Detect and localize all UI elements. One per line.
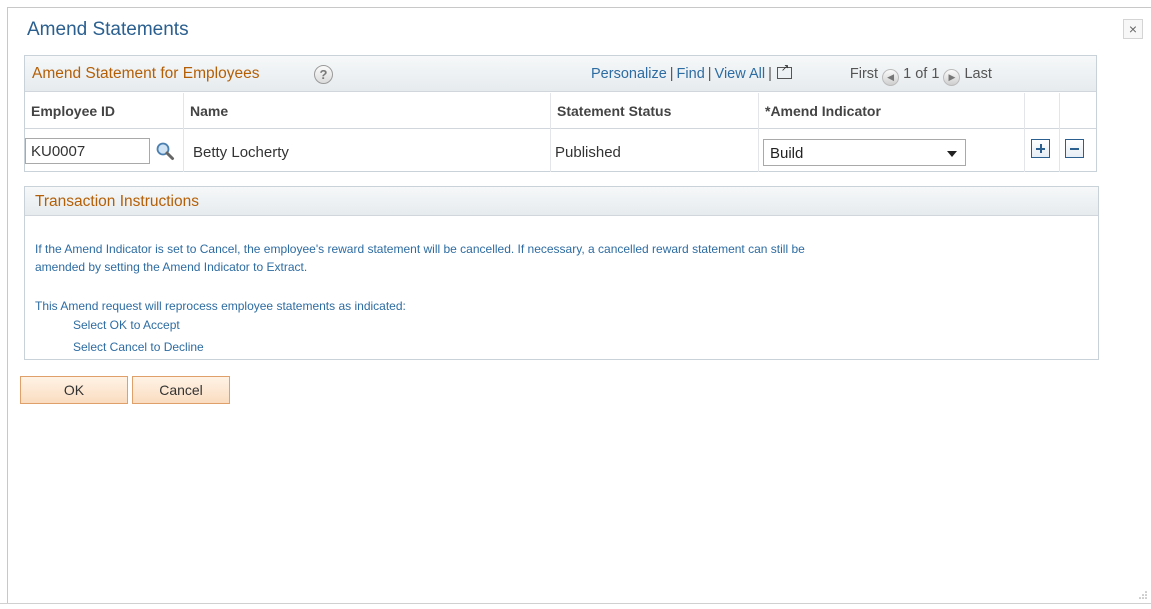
chevron-down-icon (947, 151, 957, 157)
grid-title: Amend Statement for Employees (32, 65, 260, 82)
instruction-line: If the Amend Indicator is set to Cancel,… (35, 242, 805, 256)
column-header-name: Name (184, 93, 550, 129)
column-header-employee-id: Employee ID (25, 93, 183, 129)
grid-header: Amend Statement for Employees ? Personal… (25, 56, 1096, 92)
column-header-status: Statement Status (551, 93, 758, 129)
column-header-actions (1025, 93, 1096, 129)
instruction-line: amended by setting the Amend Indicator t… (35, 260, 308, 274)
bottom-divider (0, 603, 1151, 604)
column-header-amend-indicator: *Amend Indicator (759, 93, 1024, 129)
instruction-line: Select OK to Accept (73, 318, 180, 332)
add-row-button[interactable] (1031, 139, 1050, 158)
row-range: 1 of 1 (903, 66, 940, 82)
search-icon[interactable] (155, 141, 175, 161)
personalize-link[interactable]: Personalize (591, 66, 667, 82)
table-row: Betty Locherty Published Build (25, 130, 1096, 172)
employee-name: Betty Locherty (193, 144, 289, 161)
popout-icon[interactable] (776, 63, 792, 79)
statement-status: Published (555, 144, 621, 161)
last-label: Last (964, 66, 992, 82)
amend-indicator-select[interactable]: Build (763, 139, 966, 166)
next-arrow-icon[interactable]: ▶ (943, 69, 961, 86)
delete-row-button[interactable] (1065, 139, 1084, 158)
instructions-title: Transaction Instructions (35, 193, 199, 210)
employee-grid: Amend Statement for Employees ? Personal… (24, 55, 1097, 172)
nav-separator: | (669, 66, 674, 82)
previous-arrow-icon[interactable]: ◀ (882, 69, 900, 86)
amend-indicator-value: Build (770, 145, 804, 162)
instruction-line: This Amend request will reprocess employ… (35, 299, 406, 313)
nav-separator: | (768, 66, 772, 82)
find-link[interactable]: Find (677, 66, 705, 82)
column-label: Employee ID (31, 103, 116, 119)
nav-separator: | (707, 66, 712, 82)
instructions-header: Transaction Instructions (25, 187, 1098, 216)
ok-button[interactable]: OK (20, 376, 128, 404)
first-label: First (849, 66, 879, 82)
cancel-button[interactable]: Cancel (132, 376, 230, 404)
view-all-link[interactable]: View All (715, 66, 766, 82)
column-label: Statement Status (557, 103, 672, 119)
grid-navigation: Personalize|Find|View All| First ◀ 1 of … (591, 63, 992, 86)
resize-grip-icon[interactable] (1139, 591, 1147, 599)
employee-id-input[interactable] (25, 138, 150, 164)
column-label: Name (190, 103, 229, 119)
close-button[interactable]: × (1123, 19, 1143, 39)
help-icon[interactable]: ? (314, 65, 333, 84)
transaction-instructions: Transaction Instructions If the Amend In… (24, 186, 1099, 360)
column-label: *Amend Indicator (765, 103, 881, 119)
page-title: Amend Statements (27, 19, 189, 40)
instruction-line: Select Cancel to Decline (73, 340, 204, 354)
